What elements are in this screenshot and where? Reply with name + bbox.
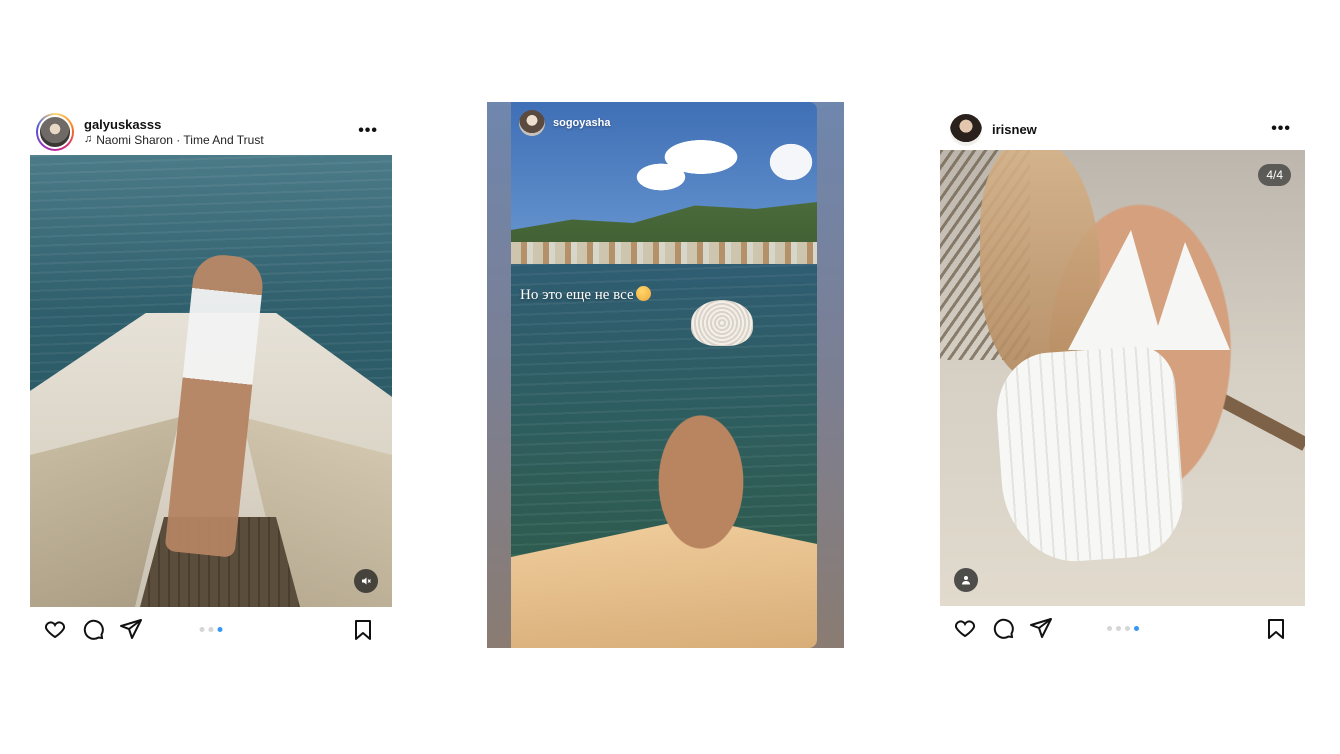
comment-icon[interactable]	[990, 615, 1016, 641]
photo-town	[511, 242, 817, 264]
carousel-dot-active	[217, 627, 223, 632]
username[interactable]: sogoyasha	[553, 117, 610, 129]
avatar[interactable]	[38, 115, 72, 149]
muted-speaker-icon[interactable]	[354, 569, 378, 593]
send-icon[interactable]	[1028, 615, 1054, 641]
caption-text: Но это еще не все	[520, 287, 634, 303]
music-note-icon: ♫	[84, 133, 93, 146]
carousel-dot	[1115, 626, 1121, 631]
carousel-indicator	[1106, 626, 1139, 631]
username[interactable]: irisnew	[992, 122, 1037, 138]
audio-attribution[interactable]: ♫ Naomi Sharon · Time And Trust	[84, 133, 264, 147]
header-text: irisnew	[992, 122, 1037, 138]
carousel-dot	[1106, 626, 1112, 631]
avatar[interactable]	[519, 110, 545, 136]
post-header: irisnew •••	[940, 108, 1305, 152]
carousel-indicator	[199, 627, 223, 632]
post-irisnew: irisnew ••• 4/4	[940, 108, 1305, 650]
emoji-icon	[635, 286, 651, 301]
action-bar	[30, 607, 392, 651]
story-caption: Но это еще не все	[520, 286, 651, 304]
avatar[interactable]	[950, 114, 982, 146]
more-options-icon[interactable]: •••	[358, 122, 378, 140]
story-media[interactable]: sogoyasha Но это еще не все	[511, 102, 817, 648]
bookmark-icon[interactable]	[350, 617, 376, 643]
username[interactable]: galyuskasss	[84, 117, 264, 133]
bookmark-icon[interactable]	[1263, 616, 1289, 642]
post-header: galyuskasss ♫ Naomi Sharon · Time And Tr…	[30, 110, 392, 154]
heart-icon[interactable]	[952, 615, 978, 641]
feed-canvas: galyuskasss ♫ Naomi Sharon · Time And Tr…	[0, 0, 1340, 754]
tagged-user-icon[interactable]	[954, 568, 978, 592]
story-frame[interactable]: sogoyasha Но это еще не все	[487, 102, 844, 648]
header-text: galyuskasss ♫ Naomi Sharon · Time And Tr…	[84, 117, 264, 147]
carousel-dot	[1124, 626, 1130, 631]
post-galyuskasss: galyuskasss ♫ Naomi Sharon · Time And Tr…	[30, 110, 392, 651]
photo-skirt	[992, 343, 1188, 567]
carousel-dot	[208, 627, 214, 632]
carousel-counter: 4/4	[1258, 164, 1291, 186]
more-options-icon[interactable]: •••	[1271, 120, 1291, 138]
carousel-dot-active	[1133, 626, 1139, 631]
carousel-dot	[199, 627, 205, 632]
heart-icon[interactable]	[42, 616, 68, 642]
post-media[interactable]	[30, 155, 392, 607]
photo-hat	[691, 300, 753, 346]
story-header: sogoyasha	[519, 110, 610, 136]
photo-person	[571, 372, 771, 602]
post-media[interactable]: 4/4	[940, 150, 1305, 606]
send-icon[interactable]	[118, 616, 144, 642]
audio-label: Naomi Sharon · Time And Trust	[96, 132, 264, 147]
comment-icon[interactable]	[80, 616, 106, 642]
story-ring[interactable]	[36, 113, 74, 151]
action-bar	[940, 606, 1305, 650]
